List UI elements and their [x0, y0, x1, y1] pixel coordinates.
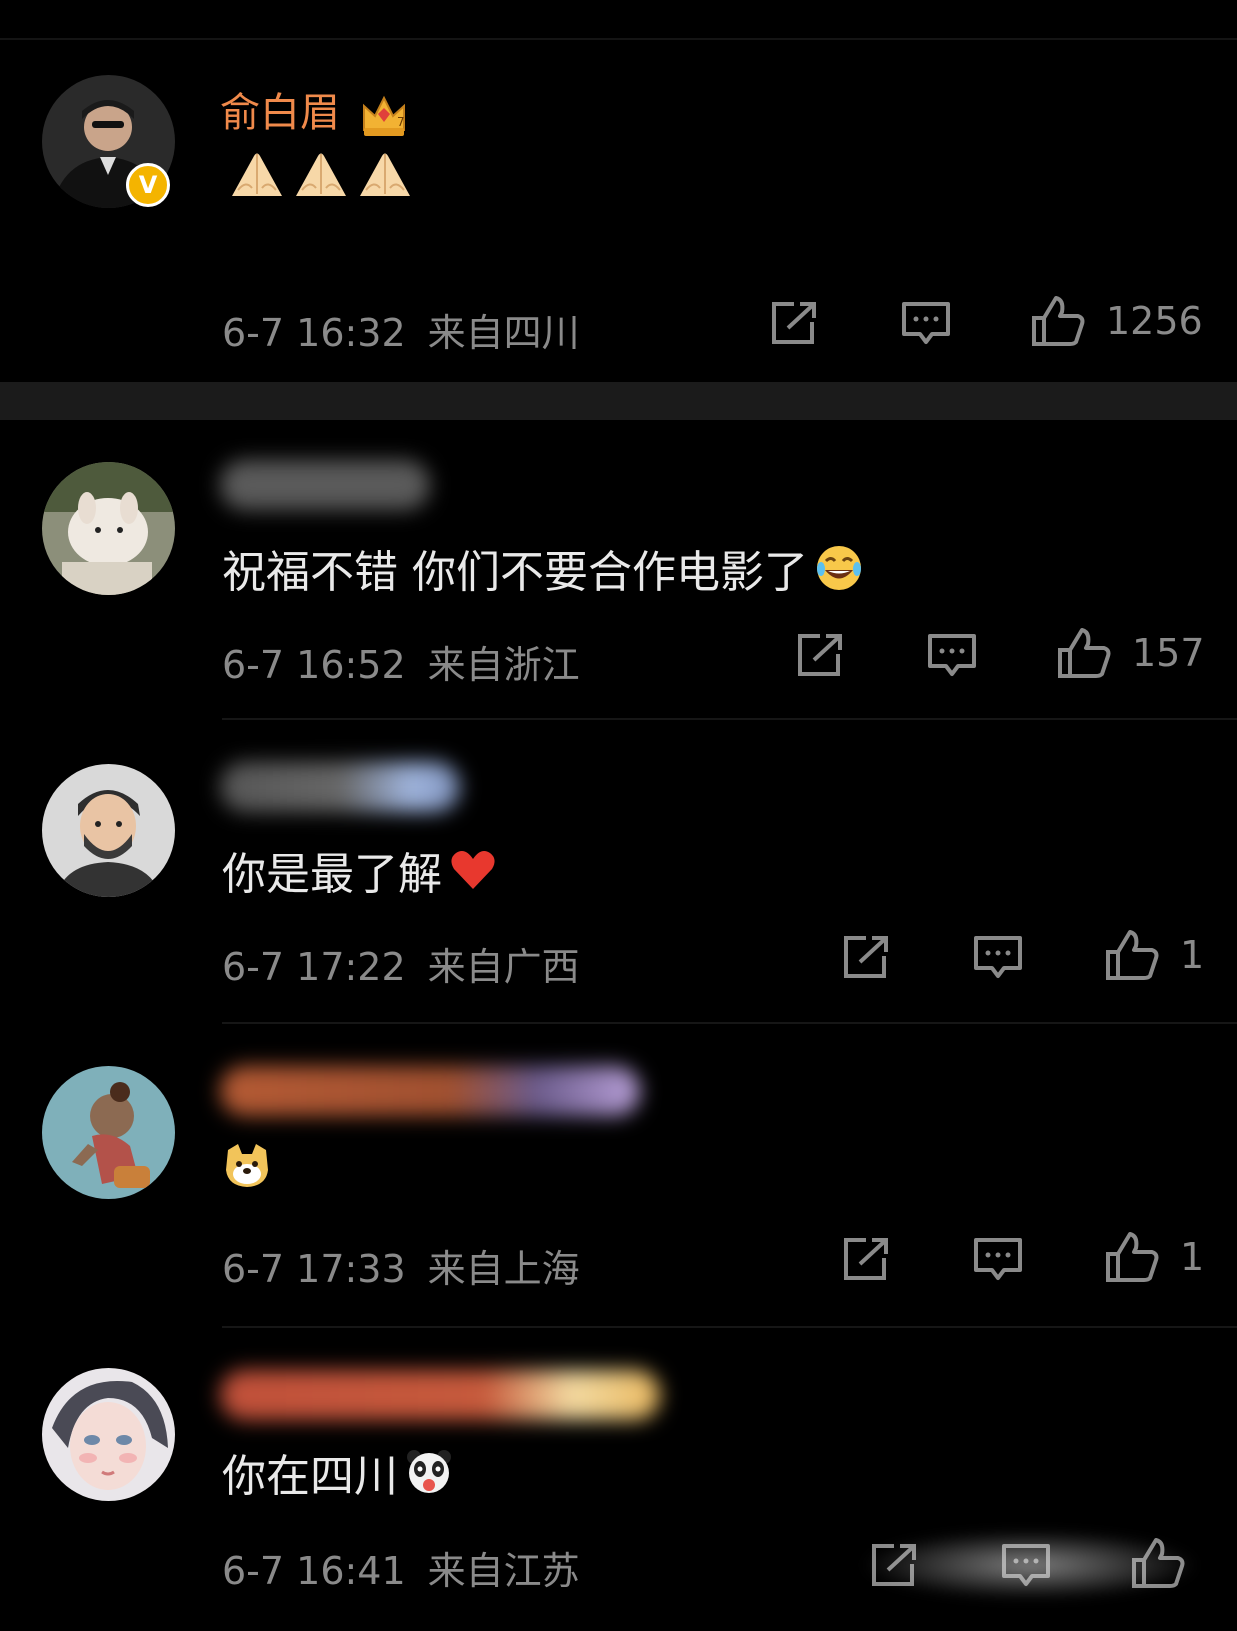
laughing-tears-icon — [814, 543, 864, 593]
like-count: 1 — [1180, 933, 1205, 977]
share-button[interactable] — [794, 632, 846, 678]
comment-location: 来自浙江 — [427, 643, 580, 687]
share-icon — [844, 1238, 888, 1280]
comment-icon — [902, 302, 950, 344]
comment-meta: 6-7 17:33 来自上海 — [222, 1238, 580, 1293]
comment-content: 你是最了解 — [222, 838, 498, 902]
comment-divider — [222, 1326, 1237, 1328]
avatar[interactable] — [42, 764, 175, 897]
comment-icon — [974, 936, 1022, 978]
comment-location: 来自上海 — [427, 1247, 580, 1291]
comment-meta: 6-7 16:32 来自四川 — [222, 302, 580, 357]
crown-badge-icon: 7 — [359, 92, 409, 138]
avatar[interactable] — [42, 462, 175, 595]
reply-button[interactable] — [972, 934, 1024, 982]
comment-time: 6-7 17:33 — [222, 1247, 406, 1291]
watermark-overlay — [860, 1530, 1200, 1600]
like-button[interactable]: 1 — [1104, 928, 1204, 982]
like-button[interactable]: 1 — [1104, 1230, 1204, 1284]
reply-button[interactable] — [926, 632, 978, 680]
comment-meta: 6-7 17:22 来自广西 — [222, 936, 580, 991]
avatar[interactable] — [42, 1066, 175, 1199]
share-icon — [798, 634, 842, 676]
avatar[interactable] — [42, 1368, 175, 1501]
comment-content: 你在四川 — [222, 1440, 454, 1504]
share-button[interactable] — [840, 934, 892, 980]
blurred-username[interactable] — [220, 1370, 660, 1420]
thumbs-up-icon — [1058, 628, 1111, 678]
blurred-username[interactable] — [220, 1066, 640, 1116]
like-count: 1256 — [1106, 299, 1203, 343]
share-icon — [772, 302, 816, 344]
comment-content: 祝福不错 你们不要合作电影了 — [222, 536, 864, 600]
blurred-username[interactable] — [220, 762, 460, 812]
comment-username[interactable]: 俞白眉 7 — [220, 80, 409, 138]
comment-time: 6-7 16:32 — [222, 311, 406, 355]
comment-location: 来自广西 — [427, 945, 580, 989]
share-icon — [844, 936, 888, 978]
like-count: 1 — [1180, 1235, 1205, 1279]
comment-time: 6-7 16:41 — [222, 1549, 406, 1593]
comment-time: 6-7 17:22 — [222, 945, 406, 989]
panda-face-icon — [404, 1447, 454, 1497]
comment-location: 来自四川 — [427, 311, 580, 355]
comment-icon — [974, 1238, 1022, 1280]
reply-button[interactable] — [972, 1236, 1024, 1284]
section-separator — [0, 382, 1237, 420]
comment-content — [222, 1140, 272, 1190]
share-button[interactable] — [768, 300, 820, 346]
reply-button[interactable] — [900, 300, 952, 348]
verified-badge-icon: V — [126, 163, 170, 207]
red-heart-icon — [448, 847, 498, 893]
comment-meta: 6-7 16:41 来自江苏 — [222, 1540, 580, 1595]
doge-icon — [222, 1140, 272, 1190]
thumbs-up-icon — [1032, 296, 1085, 346]
comment-icon — [928, 634, 976, 676]
like-button[interactable]: 157 — [1056, 626, 1205, 680]
pray-icon — [228, 150, 286, 198]
pray-icon — [356, 150, 414, 198]
comment-time: 6-7 16:52 — [222, 643, 406, 687]
thumbs-up-icon — [1106, 1232, 1159, 1282]
blurred-username[interactable] — [220, 460, 430, 510]
thumbs-up-icon — [1106, 930, 1159, 980]
like-count: 157 — [1132, 631, 1205, 675]
pray-icon — [292, 150, 350, 198]
comment-divider — [222, 1022, 1237, 1024]
comment-content — [222, 150, 414, 198]
like-button[interactable]: 1256 — [1030, 294, 1203, 348]
comment-meta: 6-7 16:52 来自浙江 — [222, 634, 580, 689]
comment-divider — [222, 718, 1237, 720]
svg-text:7: 7 — [397, 115, 405, 129]
comment-location: 来自江苏 — [427, 1549, 580, 1593]
share-button[interactable] — [840, 1236, 892, 1282]
